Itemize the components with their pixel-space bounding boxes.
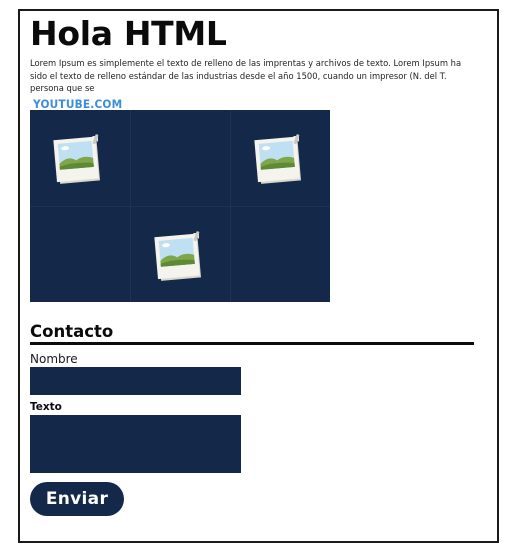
image-placeholder-icon bbox=[254, 134, 302, 184]
contact-heading: Contacto bbox=[30, 322, 114, 341]
text-label: Texto bbox=[30, 401, 62, 413]
name-label: Nombre bbox=[30, 352, 78, 366]
image-placeholder-icon bbox=[154, 231, 202, 281]
intro-paragraph: Lorem Ipsum es simplemente el texto de r… bbox=[30, 58, 462, 93]
gallery-cell bbox=[30, 206, 130, 302]
gallery-cell bbox=[230, 206, 330, 302]
gallery-cell[interactable] bbox=[30, 110, 130, 206]
send-button[interactable]: Enviar bbox=[30, 482, 124, 516]
youtube-link[interactable]: YOUTUBE.COM bbox=[33, 97, 122, 111]
gallery-cell bbox=[130, 110, 230, 206]
gallery-cell[interactable] bbox=[130, 206, 230, 302]
image-gallery bbox=[30, 110, 330, 302]
message-textarea[interactable] bbox=[30, 415, 241, 473]
gallery-cell[interactable] bbox=[230, 110, 330, 206]
image-placeholder-icon bbox=[53, 134, 101, 184]
section-divider bbox=[30, 342, 474, 345]
name-input[interactable] bbox=[30, 367, 241, 395]
page-title: Hola HTML bbox=[30, 14, 227, 53]
